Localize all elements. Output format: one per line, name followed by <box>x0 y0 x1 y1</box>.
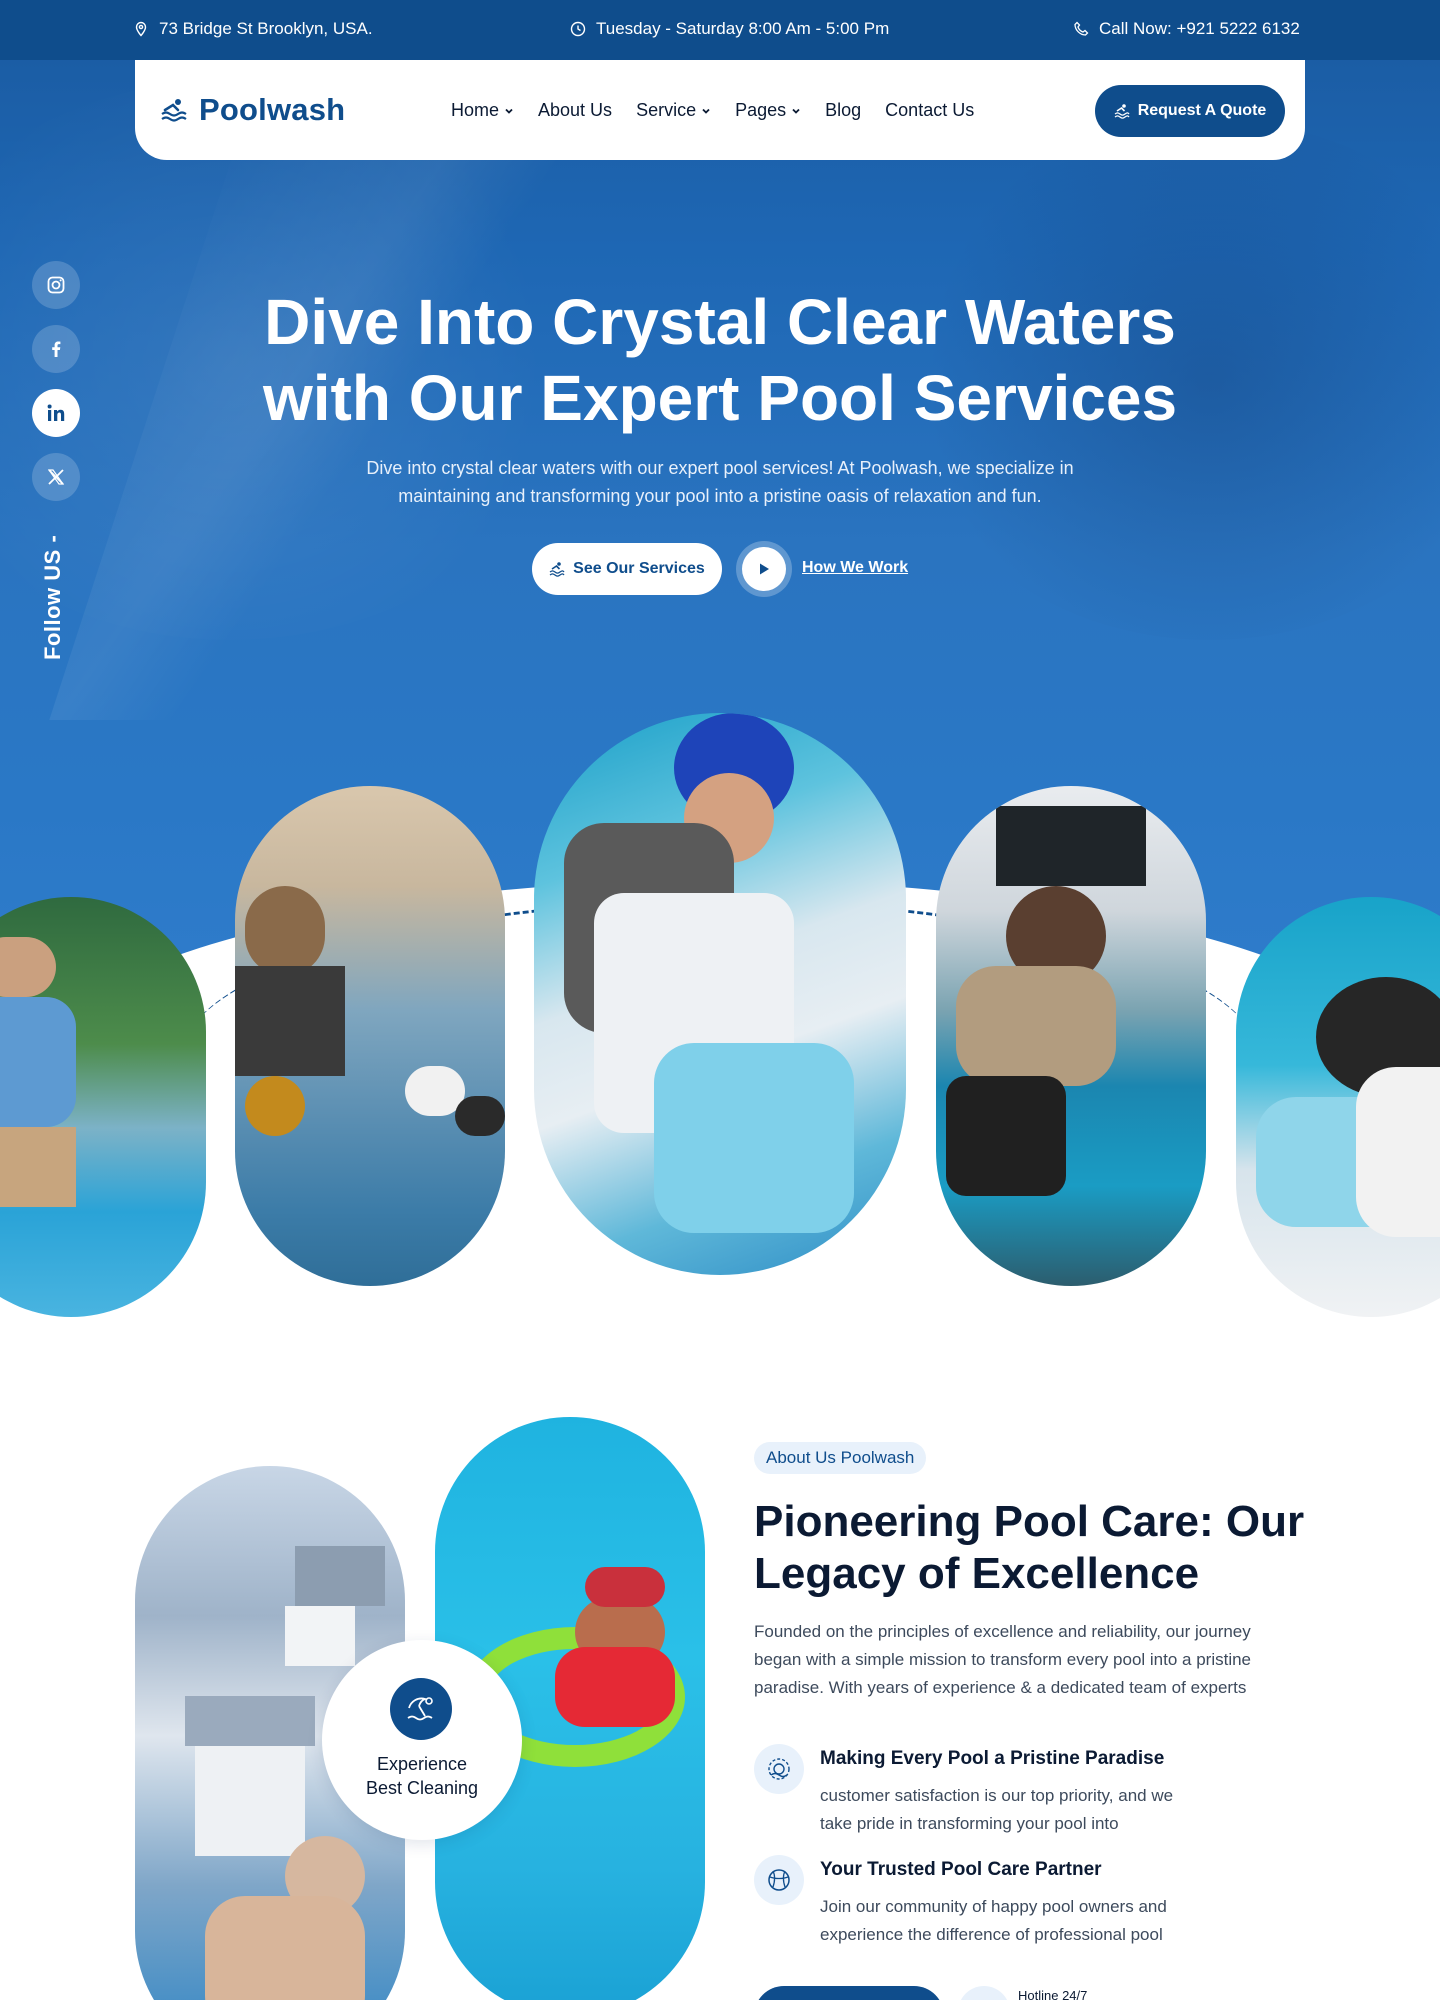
about-description-line: began with a simple mission to transform… <box>754 1650 1252 1669</box>
hotline-icon <box>958 1986 1010 2000</box>
phone-icon <box>1074 21 1089 36</box>
experience-badge <box>322 1640 522 1840</box>
swimmer-logo-icon <box>161 99 187 122</box>
main-navbar: Poolwash Home About Us Service Pages Blo… <box>135 60 1305 160</box>
hero-title: Dive Into Crystal Clear Waters with Our … <box>220 284 1220 436</box>
nav-item-about[interactable]: About Us <box>538 100 612 121</box>
sparkle-clean-icon <box>768 1758 790 1780</box>
nav-item-contact[interactable]: Contact Us <box>885 100 974 121</box>
address-info: 73 Bridge St Brooklyn, USA. <box>133 19 373 39</box>
clock-icon <box>570 21 586 37</box>
nav-item-home[interactable]: Home <box>451 100 514 121</box>
about-cta-button[interactable] <box>754 1986 944 2000</box>
instagram-icon <box>47 276 65 294</box>
gallery-image-robot-cleaner <box>534 713 906 1275</box>
nav-item-blog[interactable]: Blog <box>825 100 861 121</box>
about-title-line: Pioneering Pool Care: Our <box>754 1497 1305 1546</box>
location-pin-icon <box>135 21 147 37</box>
chevron-down-icon <box>702 108 710 114</box>
hero-title-line: Dive Into Crystal Clear Waters <box>264 286 1176 358</box>
hero-subtitle-line: maintaining and transforming your pool i… <box>398 486 1042 506</box>
facebook-icon <box>52 341 61 357</box>
nav-label[interactable]: About Us <box>538 100 612 121</box>
see-our-services-button[interactable]: See Our Services <box>532 543 722 595</box>
about-description: Founded on the principles of excellence … <box>754 1618 1314 1702</box>
swimmer-icon <box>549 562 565 577</box>
nav-label[interactable]: Home <box>451 100 499 121</box>
phone-info[interactable]: Call Now: +921 5222 6132 <box>1073 19 1300 39</box>
badge-icon-holder <box>390 1678 452 1740</box>
nav-label[interactable]: Blog <box>825 100 861 121</box>
nav-label[interactable]: Contact Us <box>885 100 974 121</box>
pool-ball-icon <box>768 1869 790 1891</box>
feature-description-line: experience the difference of professiona… <box>820 1925 1163 1944</box>
play-video-button[interactable] <box>742 547 786 591</box>
nav-item-service[interactable]: Service <box>636 100 711 121</box>
about-description-line: Founded on the principles of excellence … <box>754 1622 1251 1641</box>
follow-us-label: Follow US - <box>40 534 65 660</box>
see-our-services-label[interactable]: See Our Services <box>573 560 705 578</box>
chevron-down-icon <box>792 108 800 114</box>
nav-item-pages[interactable]: Pages <box>735 100 801 121</box>
logo-text: Poolwash <box>199 92 346 127</box>
about-description-line: paradise. With years of experience & a d… <box>754 1678 1247 1697</box>
nav-label[interactable]: Pages <box>735 100 786 121</box>
feature-description-line: Join our community of happy pool owners … <box>820 1897 1167 1916</box>
gallery-image-swim-lesson <box>235 786 505 1286</box>
nav-label[interactable]: Service <box>636 100 696 121</box>
gallery-image-technician <box>1236 897 1440 1317</box>
request-quote-button[interactable]: Request A Quote <box>1095 85 1285 137</box>
feature-icon-holder <box>754 1744 804 1794</box>
phone-text[interactable]: Call Now: +921 5222 6132 <box>1099 19 1300 39</box>
facebook-button[interactable] <box>32 325 80 373</box>
hotline-label: Hotline 24/7 <box>1018 1988 1088 2000</box>
hero-subtitle: Dive into crystal clear waters with our … <box>350 454 1090 510</box>
feature-title: Your Trusted Pool Care Partner <box>820 1859 1102 1880</box>
how-we-work-link[interactable]: How We Work <box>802 559 908 577</box>
about-title: Pioneering Pool Care: Our Legacy of Exce… <box>754 1496 1314 1600</box>
badge-text-line: Experience <box>376 1754 468 1774</box>
logo[interactable]: Poolwash <box>161 92 345 128</box>
top-info-bar: 73 Bridge St Brooklyn, USA. Tuesday - Sa… <box>0 0 1440 60</box>
hero-subtitle-line: Dive into crystal clear waters with our … <box>366 458 1074 478</box>
feature-title: Making Every Pool a Pristine Paradise <box>820 1748 1165 1769</box>
beach-umbrella-icon <box>407 1697 433 1721</box>
linkedin-icon <box>47 404 65 421</box>
feature-description: customer satisfaction is our top priorit… <box>820 1782 1240 1838</box>
play-icon <box>760 563 769 575</box>
x-button[interactable] <box>32 453 80 501</box>
instagram-button[interactable] <box>32 261 80 309</box>
hero-title-line: with Our Expert Pool Services <box>262 362 1178 434</box>
feature-description-line: take pride in transforming your pool int… <box>820 1814 1119 1833</box>
gallery-image-pool-skimming <box>936 786 1206 1286</box>
gallery-image-pool-cleaning <box>0 897 206 1317</box>
badge-text: Experience Best Cleaning <box>322 1752 522 1800</box>
main-nav: Home About Us Service Pages Blog Contact… <box>451 100 998 121</box>
x-icon <box>47 469 65 485</box>
feature-description-line: customer satisfaction is our top priorit… <box>820 1786 1174 1805</box>
address-text: 73 Bridge St Brooklyn, USA. <box>159 19 373 38</box>
hours-info: Tuesday - Saturday 8:00 Am - 5:00 Pm <box>570 19 889 39</box>
about-section-tag: About Us Poolwash <box>754 1442 927 1474</box>
hours-text: Tuesday - Saturday 8:00 Am - 5:00 Pm <box>596 19 890 38</box>
about-title-line: Legacy of Excellence <box>754 1549 1200 1598</box>
request-quote-label[interactable]: Request A Quote <box>1138 102 1267 120</box>
swimmer-icon <box>1114 104 1130 119</box>
chevron-down-icon <box>505 108 513 114</box>
linkedin-button[interactable] <box>32 389 80 437</box>
feature-icon-holder <box>754 1855 804 1905</box>
feature-description: Join our community of happy pool owners … <box>820 1893 1240 1949</box>
badge-text-line: Best Cleaning <box>365 1778 479 1798</box>
